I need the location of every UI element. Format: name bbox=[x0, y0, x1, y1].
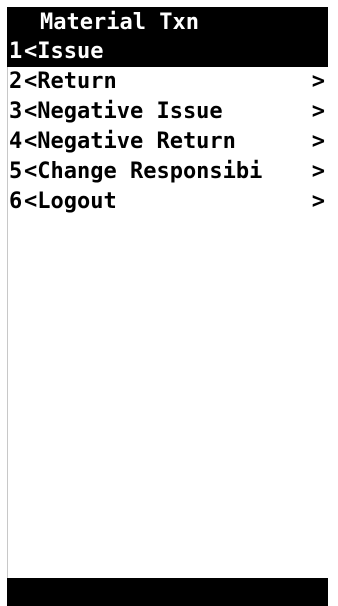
menu-item-negative-issue[interactable]: 3 <Negative Issue > bbox=[7, 97, 328, 127]
menu-item-label: <Issue bbox=[24, 39, 104, 64]
chevron-right-icon: > bbox=[311, 159, 325, 184]
menu-item-key: 4 bbox=[9, 129, 23, 154]
chevron-right-icon: > bbox=[311, 69, 325, 94]
chevron-right-icon: > bbox=[311, 129, 325, 154]
menu-item-label: <Change Responsibi bbox=[24, 159, 263, 184]
menu-item-change-responsibility[interactable]: 5 <Change Responsibi > bbox=[7, 157, 328, 187]
menu-item-key: 3 bbox=[9, 99, 23, 124]
main-menu: 1 <Issue 2 <Return > 3 <Negative Issue >… bbox=[7, 37, 328, 217]
status-bar bbox=[7, 578, 328, 606]
menu-item-key: 6 bbox=[9, 189, 23, 214]
menu-item-key: 5 bbox=[9, 159, 23, 184]
menu-item-label: <Return bbox=[24, 69, 117, 94]
chevron-right-icon: > bbox=[311, 189, 325, 214]
menu-item-issue[interactable]: 1 <Issue bbox=[7, 37, 328, 67]
screen-title: Material Txn bbox=[40, 10, 199, 35]
menu-item-key: 1 bbox=[9, 39, 23, 64]
title-bar: Material Txn bbox=[7, 7, 328, 37]
menu-item-label: <Negative Return bbox=[24, 129, 236, 154]
menu-item-logout[interactable]: 6 <Logout > bbox=[7, 187, 328, 217]
menu-item-negative-return[interactable]: 4 <Negative Return > bbox=[7, 127, 328, 157]
menu-item-label: <Logout bbox=[24, 189, 117, 214]
menu-item-key: 2 bbox=[9, 69, 23, 94]
menu-item-label: <Negative Issue bbox=[24, 99, 223, 124]
chevron-right-icon: > bbox=[311, 99, 325, 124]
menu-item-return[interactable]: 2 <Return > bbox=[7, 67, 328, 97]
